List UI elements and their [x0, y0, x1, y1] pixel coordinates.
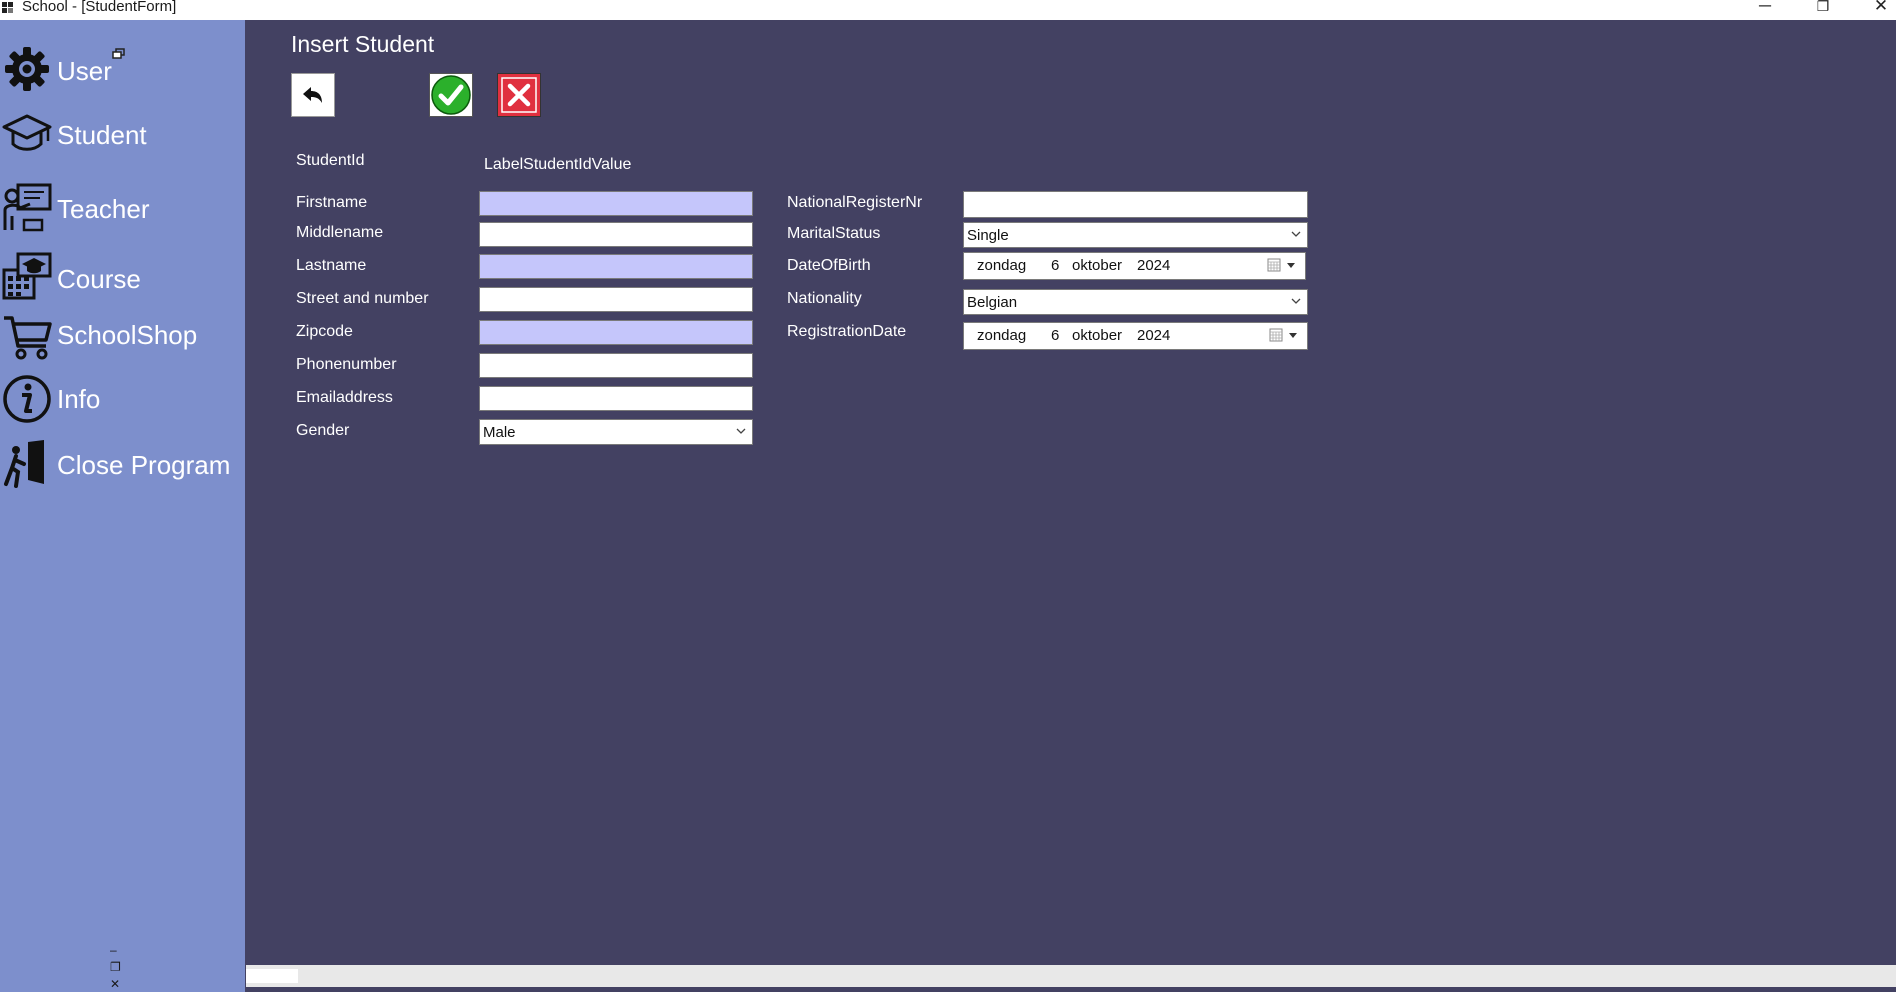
mdi-minimize-button[interactable]: ‒ — [110, 944, 117, 956]
nationality-selected-value: Belgian — [967, 294, 1018, 311]
dob-year[interactable]: 2024 — [1137, 257, 1170, 274]
sidebar-item-student[interactable]: Student — [0, 102, 245, 158]
sidebar-item-label: Info — [57, 384, 101, 414]
street-input[interactable] — [479, 287, 753, 312]
gender-label: Gender — [296, 422, 350, 439]
dob-month[interactable]: oktober — [1072, 257, 1122, 274]
street-label: Street and number — [296, 290, 429, 307]
cancel-button[interactable] — [497, 73, 541, 117]
zipcode-label: Zipcode — [296, 323, 353, 340]
window-minimize-button[interactable]: ─ — [1745, 0, 1785, 17]
marital-status-label: MaritalStatus — [787, 225, 881, 242]
chevron-down-icon — [1291, 298, 1301, 304]
confirm-button[interactable] — [429, 73, 473, 117]
chevron-down-icon — [736, 428, 746, 434]
student-id-label: StudentId — [296, 152, 365, 169]
sidebar-item-label: Student — [57, 120, 147, 150]
registration-date-picker[interactable]: zondag 6 oktober 2024 — [963, 322, 1308, 350]
date-of-birth-label: DateOfBirth — [787, 257, 871, 274]
gender-selected-value: Male — [483, 424, 516, 441]
app-icon — [2, 2, 13, 13]
graduation-cap-icon — [2, 114, 52, 151]
back-button[interactable] — [291, 73, 335, 117]
sidebar-item-teacher[interactable]: Teacher — [0, 176, 245, 232]
student-form: Insert Student StudentId LabelStudentIdV… — [246, 20, 1896, 965]
lastname-label: Lastname — [296, 257, 367, 274]
exit-door-icon — [4, 440, 44, 488]
page-title: Insert Student — [291, 31, 435, 57]
national-register-label: NationalRegisterNr — [787, 194, 923, 211]
firstname-input[interactable] — [479, 191, 753, 216]
shopping-cart-icon — [4, 316, 52, 360]
reg-dropdown-arrow-icon[interactable] — [1289, 333, 1297, 338]
sidebar-item-user[interactable]: User — [0, 38, 245, 94]
reg-day-name[interactable]: zondag — [977, 327, 1026, 344]
middlename-label: Middlename — [296, 224, 384, 241]
dob-dropdown-arrow-icon[interactable] — [1287, 263, 1295, 268]
gear-icon — [5, 47, 49, 91]
mdi-close-button[interactable]: ✕ — [110, 978, 120, 990]
sidebar-item-info[interactable]: Info — [0, 368, 245, 424]
nationality-label: Nationality — [787, 290, 862, 307]
status-bar-segment — [246, 969, 298, 983]
student-id-value: LabelStudentIdValue — [484, 156, 632, 173]
phonenumber-label: Phonenumber — [296, 356, 397, 373]
national-register-input[interactable] — [963, 191, 1308, 218]
reg-month[interactable]: oktober — [1072, 327, 1122, 344]
sidebar-item-close-program[interactable]: Close Program — [0, 432, 245, 488]
window-title-bar: School - [StudentForm] ─ ❐ ✕ — [0, 0, 1896, 20]
mdi-restore-button[interactable]: ❐ — [110, 961, 121, 973]
reg-day[interactable]: 6 — [1051, 327, 1059, 344]
info-icon — [3, 375, 51, 423]
firstname-label: Firstname — [296, 194, 368, 211]
sidebar-item-course[interactable]: Course — [0, 246, 245, 302]
confirm-check-icon — [431, 75, 471, 115]
window-restore-button[interactable]: ❐ — [1803, 0, 1843, 17]
teacher-icon — [3, 183, 52, 232]
status-bar — [246, 965, 1896, 987]
calendar-icon[interactable] — [1269, 328, 1283, 342]
back-icon — [303, 87, 322, 103]
sidebar-item-schoolshop[interactable]: SchoolShop — [0, 306, 245, 362]
sidebar-item-label: Close Program — [57, 450, 231, 480]
registration-date-label: RegistrationDate — [787, 323, 907, 340]
gender-select[interactable]: Male — [479, 419, 753, 445]
marital-status-select[interactable]: Single — [963, 222, 1308, 248]
sidebar-item-label: Course — [57, 264, 141, 294]
date-of-birth-picker[interactable]: zondag 6 oktober 2024 — [963, 252, 1306, 280]
cancel-x-icon — [501, 77, 537, 113]
sidebar-item-label: SchoolShop — [57, 320, 198, 350]
sidebar-item-label: Teacher — [57, 194, 150, 224]
zipcode-input[interactable] — [479, 320, 753, 345]
emailaddress-label: Emailaddress — [296, 389, 393, 406]
chevron-down-icon — [1291, 231, 1301, 237]
calendar-icon[interactable] — [1267, 258, 1281, 272]
marital-status-selected-value: Single — [967, 227, 1009, 244]
sidebar: User Student Teacher Course SchoolShop I… — [0, 20, 245, 992]
middlename-input[interactable] — [479, 222, 753, 247]
sidebar-item-label: User — [57, 56, 112, 86]
dob-day-name[interactable]: zondag — [977, 257, 1026, 274]
reg-year[interactable]: 2024 — [1137, 327, 1170, 344]
course-calendar-icon — [2, 252, 52, 300]
emailaddress-input[interactable] — [479, 386, 753, 411]
window-close-button[interactable]: ✕ — [1861, 0, 1896, 17]
lastname-input[interactable] — [479, 254, 753, 279]
window-title: School - [StudentForm] — [22, 0, 177, 15]
phonenumber-input[interactable] — [479, 353, 753, 378]
dob-day[interactable]: 6 — [1051, 257, 1059, 274]
bottom-edge — [246, 987, 1896, 992]
nationality-select[interactable]: Belgian — [963, 289, 1308, 315]
